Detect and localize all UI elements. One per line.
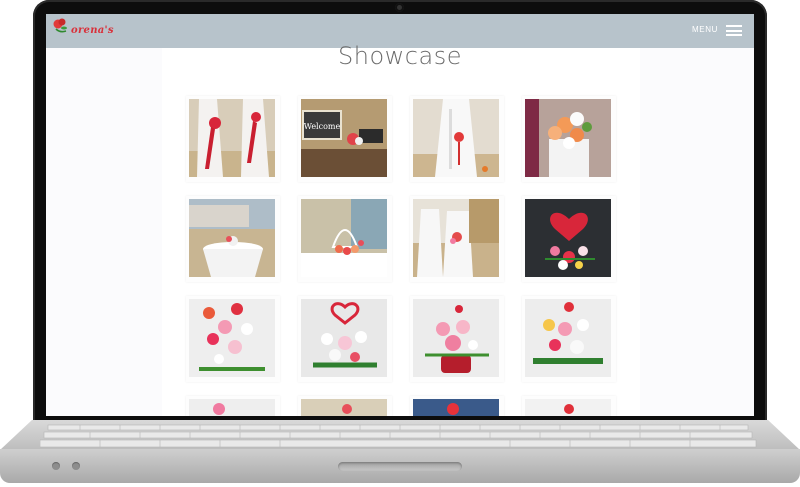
gallery-item[interactable] [410, 296, 504, 382]
photo-partial-2 [301, 399, 387, 416]
photo-bridal-bouquet [525, 99, 611, 177]
gallery-item[interactable] [410, 396, 504, 416]
photo-pink-carnation [413, 299, 499, 377]
gallery-item[interactable] [410, 96, 504, 182]
gallery-item[interactable] [410, 196, 504, 282]
gallery-item[interactable] [522, 296, 616, 382]
photo-heart-balloon [525, 199, 611, 277]
photo-chair-sashes [189, 99, 275, 177]
photo-red-roses-lilies [525, 299, 611, 377]
site-logo[interactable]: orena's [52, 17, 114, 41]
webcam-icon [395, 3, 404, 12]
brand-name: orena's [71, 25, 114, 36]
gallery-item[interactable] [186, 196, 280, 282]
gallery-item[interactable] [298, 296, 392, 382]
photo-partial-3 [413, 399, 499, 416]
gallery-item[interactable] [186, 396, 280, 416]
gallery-item[interactable] [186, 96, 280, 182]
gallery-item[interactable] [522, 396, 616, 416]
photo-welcome-sign: Welcome [301, 99, 387, 177]
photo-birdcage-centerpiece [301, 199, 387, 277]
menu-label[interactable]: MENU [692, 25, 718, 34]
hamburger-icon[interactable] [726, 25, 742, 36]
browser-screen: orena's MENU Showcase Welcome [46, 14, 754, 416]
status-led-icon [52, 462, 60, 470]
trackpad-notch [338, 462, 462, 471]
gallery-item[interactable]: Welcome [298, 96, 392, 182]
photo-partial-4 [525, 399, 611, 416]
photo-beach-table [189, 199, 275, 277]
svg-text:Welcome: Welcome [304, 122, 341, 131]
photo-heart-lilies [301, 299, 387, 377]
photo-white-chair [413, 99, 499, 177]
gallery-item[interactable] [522, 196, 616, 282]
photo-partial-1 [189, 399, 275, 416]
photo-mixed-arrangement [189, 299, 275, 377]
page-title: Showcase [338, 42, 462, 70]
status-led-icon [72, 462, 80, 470]
gallery-item[interactable] [298, 396, 392, 416]
gallery-item[interactable] [186, 296, 280, 382]
gallery-item[interactable] [298, 196, 392, 282]
photo-beach-chairs [413, 199, 499, 277]
keyboard-icon [40, 424, 757, 448]
gallery-item[interactable] [522, 96, 616, 182]
